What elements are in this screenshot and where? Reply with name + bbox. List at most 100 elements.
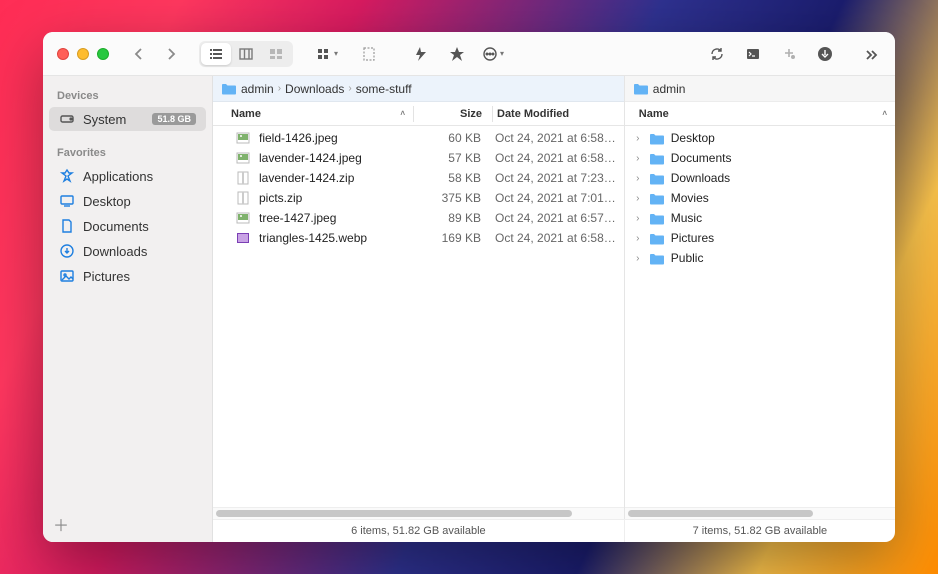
disclosure-triangle[interactable]: › bbox=[633, 153, 643, 164]
list-view-button[interactable] bbox=[201, 43, 231, 65]
sidebar-item-applications[interactable]: Applications bbox=[49, 164, 206, 188]
pictures-icon bbox=[59, 268, 75, 284]
disk-icon bbox=[59, 111, 75, 127]
file-name: triangles-1425.webp bbox=[259, 231, 367, 245]
file-row[interactable]: field-1426.jpeg60 KBOct 24, 2021 at 6:58… bbox=[213, 128, 624, 148]
status-bar-left: 6 items, 51.82 GB available bbox=[213, 520, 625, 542]
new-folder-button[interactable] bbox=[355, 42, 383, 66]
back-button[interactable] bbox=[125, 42, 153, 66]
minimize-button[interactable] bbox=[77, 48, 89, 60]
documents-icon bbox=[59, 218, 75, 234]
download-button[interactable] bbox=[811, 42, 839, 66]
file-row[interactable]: picts.zip375 KBOct 24, 2021 at 7:01… bbox=[213, 188, 624, 208]
path-bar-left[interactable]: admin › Downloads › some-stuff bbox=[213, 76, 624, 102]
disclosure-triangle[interactable]: › bbox=[633, 193, 643, 204]
file-icon bbox=[235, 231, 251, 245]
folder-icon bbox=[633, 81, 649, 97]
disclosure-triangle[interactable]: › bbox=[633, 253, 643, 264]
connect-button[interactable] bbox=[775, 42, 803, 66]
column-header-row: Name ˄ bbox=[625, 102, 895, 126]
view-mode-segment bbox=[199, 41, 293, 67]
path-segment[interactable]: some-stuff bbox=[356, 82, 412, 96]
path-segment[interactable]: Downloads bbox=[285, 82, 344, 96]
folder-name: Documents bbox=[671, 151, 732, 165]
folder-row[interactable]: › Pictures bbox=[625, 228, 895, 248]
file-date: Oct 24, 2021 at 6:58… bbox=[491, 131, 624, 145]
add-tag-button[interactable]: ＋ bbox=[53, 512, 69, 536]
sidebar-heading-favorites: Favorites bbox=[43, 141, 212, 163]
action-group: ▾ bbox=[407, 42, 507, 66]
sidebar-item-downloads[interactable]: Downloads bbox=[49, 239, 206, 263]
sidebar-label: Desktop bbox=[83, 194, 131, 209]
column-header-date[interactable]: Date Modified bbox=[493, 108, 624, 120]
forward-button[interactable] bbox=[157, 42, 185, 66]
folder-row[interactable]: › Documents bbox=[625, 148, 895, 168]
path-segment[interactable]: admin bbox=[241, 82, 274, 96]
folder-name: Pictures bbox=[671, 231, 714, 245]
file-row[interactable]: triangles-1425.webp169 KBOct 24, 2021 at… bbox=[213, 228, 624, 248]
downloads-icon bbox=[59, 243, 75, 259]
folder-row[interactable]: ›Downloads bbox=[625, 168, 895, 188]
pane-left: admin › Downloads › some-stuff Name ˄ Si… bbox=[213, 76, 625, 519]
sidebar-item-desktop[interactable]: Desktop bbox=[49, 189, 206, 213]
column-header-name[interactable]: Name ˄ bbox=[625, 108, 895, 120]
file-row[interactable]: lavender-1424.jpeg57 KBOct 24, 2021 at 6… bbox=[213, 148, 624, 168]
folder-icon bbox=[649, 232, 665, 245]
disclosure-triangle[interactable]: › bbox=[633, 133, 643, 144]
sync-button[interactable] bbox=[703, 42, 731, 66]
file-size: 169 KB bbox=[413, 231, 491, 245]
quick-actions-button[interactable] bbox=[407, 42, 435, 66]
sidebar-item-pictures[interactable]: Pictures bbox=[49, 264, 206, 288]
group-by-button[interactable]: ▾ bbox=[313, 42, 341, 66]
sidebar-label: System bbox=[83, 112, 126, 127]
folder-name: Public bbox=[671, 251, 704, 265]
folder-row[interactable]: › Public bbox=[625, 248, 895, 268]
sort-ascending-icon: ˄ bbox=[400, 109, 405, 118]
horizontal-scrollbar[interactable] bbox=[625, 507, 895, 519]
header-label: Name bbox=[639, 108, 669, 120]
folder-row[interactable]: ›Desktop bbox=[625, 128, 895, 148]
folder-name: Movies bbox=[671, 191, 709, 205]
gallery-view-button[interactable] bbox=[261, 43, 291, 65]
path-segment[interactable]: admin bbox=[653, 82, 686, 96]
file-list-left: field-1426.jpeg60 KBOct 24, 2021 at 6:58… bbox=[213, 126, 624, 507]
window-controls bbox=[57, 48, 109, 60]
folder-icon bbox=[649, 252, 665, 265]
column-header-size[interactable]: Size bbox=[414, 108, 492, 120]
sidebar-label: Applications bbox=[83, 169, 153, 184]
sidebar-label: Pictures bbox=[83, 269, 130, 284]
file-row[interactable]: tree-1427.jpeg89 KBOct 24, 2021 at 6:57… bbox=[213, 208, 624, 228]
toolbar-overflow-button[interactable] bbox=[857, 42, 885, 66]
header-label: Name bbox=[231, 108, 261, 120]
more-button[interactable]: ▾ bbox=[479, 42, 507, 66]
column-view-button[interactable] bbox=[231, 43, 261, 65]
file-size: 58 KB bbox=[413, 171, 491, 185]
sidebar-item-documents[interactable]: Documents bbox=[49, 214, 206, 238]
disclosure-triangle[interactable]: › bbox=[633, 173, 643, 184]
path-bar-right[interactable]: admin bbox=[625, 76, 895, 102]
file-icon bbox=[235, 171, 251, 185]
chevron-right-icon: › bbox=[348, 83, 351, 94]
column-header-name[interactable]: Name ˄ bbox=[213, 108, 413, 120]
sidebar-label: Downloads bbox=[83, 244, 147, 259]
header-label: Date Modified bbox=[497, 108, 569, 120]
file-date: Oct 24, 2021 at 6:57… bbox=[491, 211, 624, 225]
folder-row[interactable]: › Movies bbox=[625, 188, 895, 208]
file-date: Oct 24, 2021 at 7:01… bbox=[491, 191, 624, 205]
tags-button[interactable] bbox=[443, 42, 471, 66]
header-label: Size bbox=[460, 108, 482, 120]
folder-row[interactable]: ›Music bbox=[625, 208, 895, 228]
status-bar-right: 7 items, 51.82 GB available bbox=[625, 520, 895, 542]
folder-icon bbox=[649, 212, 665, 225]
file-size: 89 KB bbox=[413, 211, 491, 225]
file-row[interactable]: lavender-1424.zip58 KBOct 24, 2021 at 7:… bbox=[213, 168, 624, 188]
disclosure-triangle[interactable]: › bbox=[633, 233, 643, 244]
toolbar: ▾ ▾ bbox=[43, 32, 895, 76]
folder-icon bbox=[649, 152, 665, 165]
terminal-button[interactable] bbox=[739, 42, 767, 66]
close-button[interactable] bbox=[57, 48, 69, 60]
sidebar-item-system[interactable]: System 51.8 GB bbox=[49, 107, 206, 131]
disclosure-triangle[interactable]: › bbox=[633, 213, 643, 224]
zoom-button[interactable] bbox=[97, 48, 109, 60]
horizontal-scrollbar[interactable] bbox=[213, 507, 624, 519]
